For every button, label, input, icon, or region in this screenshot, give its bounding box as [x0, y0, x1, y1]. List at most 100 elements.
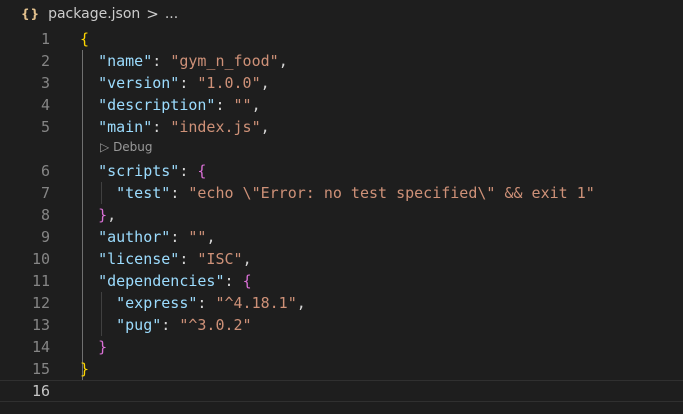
- line-number: 1: [40, 30, 50, 48]
- code-line[interactable]: 1{: [0, 28, 683, 50]
- json-value: "1.0.0": [197, 74, 261, 92]
- json-value: "index.js": [170, 118, 261, 136]
- line-code: {: [80, 28, 89, 50]
- line-number: 12: [31, 294, 50, 312]
- open-brace: {: [80, 30, 90, 48]
- json-separator: :: [224, 272, 243, 290]
- line-code: }: [80, 336, 107, 358]
- open-brace: {: [197, 162, 207, 180]
- code-line[interactable]: 10 "license": "ISC",: [0, 248, 683, 270]
- json-value: "": [233, 96, 252, 114]
- json-separator: :: [197, 294, 216, 312]
- json-key: "version": [98, 74, 180, 92]
- json-separator: :: [179, 74, 198, 92]
- line-number: 2: [40, 52, 50, 70]
- line-code: }: [80, 358, 89, 380]
- json-key: "dependencies": [98, 272, 225, 290]
- json-separator: :: [161, 316, 180, 334]
- code-line[interactable]: 13 "pug": "^3.0.2": [0, 314, 683, 336]
- json-key: "description": [98, 96, 216, 114]
- line-number: 6: [40, 162, 50, 180]
- code-line[interactable]: 12 "express": "^4.18.1",: [0, 292, 683, 314]
- json-key: "main": [98, 118, 153, 136]
- line-number: 16: [31, 382, 50, 400]
- line-number: 14: [31, 338, 50, 356]
- debug-codelens-label: Debug: [113, 140, 153, 154]
- code-line[interactable]: 6 "scripts": {: [0, 160, 683, 182]
- code-line[interactable]: 4 "description": "",: [0, 94, 683, 116]
- line-code: "pug": "^3.0.2": [80, 314, 252, 336]
- code-line[interactable]: 14 }: [0, 336, 683, 358]
- trailing-comma: ,: [242, 250, 252, 268]
- json-separator: :: [170, 184, 189, 202]
- trailing-comma: ,: [278, 52, 288, 70]
- code-line[interactable]: 3 "version": "1.0.0",: [0, 72, 683, 94]
- play-icon: ▷: [100, 140, 110, 154]
- line-number: 9: [40, 228, 50, 246]
- json-key: "scripts": [98, 162, 180, 180]
- trailing-comma: ,: [251, 96, 261, 114]
- json-value: "echo \"Error: no test specified\" && ex…: [188, 184, 595, 202]
- json-value: "^3.0.2": [179, 316, 252, 334]
- line-code: "description": "",: [80, 94, 261, 116]
- line-code: "author": "",: [80, 226, 215, 248]
- code-line[interactable]: 7 "test": "echo \"Error: no test specifi…: [0, 182, 683, 204]
- line-code: "version": "1.0.0",: [80, 72, 270, 94]
- line-code: "test": "echo \"Error: no test specified…: [80, 182, 595, 204]
- line-number: 7: [40, 184, 50, 202]
- json-key: "express": [116, 294, 198, 312]
- chevron-right-icon: >: [146, 5, 159, 23]
- code-line[interactable]: 9 "author": "",: [0, 226, 683, 248]
- breadcrumb-more[interactable]: ...: [165, 6, 178, 22]
- code-line[interactable]: 5 "main": "index.js",: [0, 116, 683, 138]
- trailing-comma: ,: [107, 206, 117, 224]
- code-line[interactable]: 16: [0, 380, 683, 402]
- json-separator: :: [215, 96, 234, 114]
- line-number: 8: [40, 206, 50, 224]
- line-code: "name": "gym_n_food",: [80, 50, 288, 72]
- code-editor[interactable]: ▷ Debug 1{2 "name": "gym_n_food", 3 "vers…: [0, 28, 683, 414]
- debug-codelens[interactable]: ▷ Debug: [100, 138, 153, 156]
- line-code: "license": "ISC",: [80, 248, 252, 270]
- json-key: "license": [98, 250, 180, 268]
- line-code: "dependencies": {: [80, 270, 252, 292]
- json-value: "ISC": [197, 250, 243, 268]
- json-key: "author": [98, 228, 171, 246]
- close-brace: }: [98, 206, 108, 224]
- line-code: "main": "index.js",: [80, 116, 270, 138]
- json-key: "pug": [116, 316, 162, 334]
- code-line[interactable]: 2 "name": "gym_n_food",: [0, 50, 683, 72]
- code-line[interactable]: 8 },: [0, 204, 683, 226]
- json-separator: :: [152, 118, 171, 136]
- breadcrumb: {} package.json > ...: [0, 0, 683, 28]
- breadcrumb-file[interactable]: package.json: [48, 6, 140, 22]
- line-number: 10: [31, 250, 50, 268]
- close-brace: }: [80, 360, 90, 378]
- line-code: "express": "^4.18.1",: [80, 292, 306, 314]
- code-line[interactable]: 15}: [0, 358, 683, 380]
- trailing-comma: ,: [260, 74, 270, 92]
- line-number: 13: [31, 316, 50, 334]
- json-separator: :: [152, 52, 171, 70]
- json-key: "test": [116, 184, 171, 202]
- line-number: 5: [40, 118, 50, 136]
- json-separator: :: [179, 250, 198, 268]
- json-value: "^4.18.1": [215, 294, 297, 312]
- trailing-comma: ,: [260, 118, 270, 136]
- line-code: },: [80, 204, 116, 226]
- json-file-icon: {}: [21, 7, 41, 21]
- line-number: 11: [31, 272, 50, 290]
- code-line[interactable]: 11 "dependencies": {: [0, 270, 683, 292]
- line-code: "scripts": {: [80, 160, 206, 182]
